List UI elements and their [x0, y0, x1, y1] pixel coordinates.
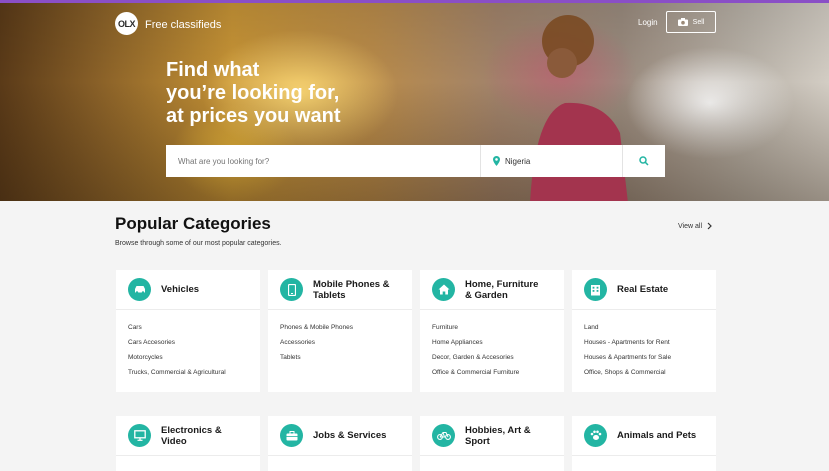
briefcase-icon — [280, 424, 303, 447]
card-header[interactable]: Animals and Pets — [572, 416, 716, 456]
subcategory-link[interactable]: Office & Commercial Furniture — [432, 365, 552, 380]
subcategory-link[interactable]: Phones & Mobile Phones — [280, 320, 400, 335]
subcategory-link[interactable]: Land — [584, 320, 704, 335]
section-title: Popular Categories — [115, 214, 271, 233]
chevron-right-icon — [707, 222, 712, 230]
card-title-line: Home, Furniture — [465, 278, 539, 290]
card-title-line: Vehicles — [161, 284, 200, 295]
card-title: Real Estate — [617, 284, 668, 295]
subcategory-link[interactable]: Cars Accesories — [128, 335, 248, 350]
hero-title-line: Find what — [166, 59, 260, 81]
search-icon — [639, 156, 649, 166]
card-header[interactable]: Vehicles — [116, 270, 260, 310]
card-title: Jobs & Services — [313, 430, 386, 441]
search-button[interactable] — [622, 145, 665, 177]
monitor-icon — [128, 424, 151, 447]
card-title: Electronics & Video — [161, 425, 222, 447]
phone-icon — [280, 278, 303, 301]
subcategory-link[interactable]: Accessories — [280, 335, 400, 350]
category-card-hobbies[interactable]: Hobbies, Art & Sport — [420, 416, 564, 471]
card-header[interactable]: Mobile Phones & Tablets — [268, 270, 412, 310]
card-header[interactable]: Jobs & Services — [268, 416, 412, 456]
card-title-line: Electronics & — [161, 424, 222, 436]
card-title: Mobile Phones & Tablets — [313, 279, 390, 301]
location-value: Nigeria — [505, 156, 531, 166]
hero-title-line: at prices you want — [166, 105, 341, 127]
sell-label: Sell — [692, 18, 705, 26]
subcategory-list: Land Houses - Apartments for Rent Houses… — [572, 310, 716, 380]
location-selector[interactable]: Nigeria — [480, 145, 622, 177]
card-title-line: Real Estate — [617, 284, 669, 295]
subcategory-link[interactable]: Office, Shops & Commercial — [584, 365, 704, 380]
category-card-animals-pets[interactable]: Animals and Pets — [572, 416, 716, 471]
subcategory-link[interactable]: Decor, Garden & Accesories — [432, 350, 552, 365]
card-title-line: Mobile Phones & — [313, 278, 390, 290]
search-input[interactable] — [166, 145, 480, 177]
category-card-electronics[interactable]: Electronics & Video — [116, 416, 260, 471]
hero-title: Find what you’re looking for, at prices … — [166, 59, 426, 128]
sell-button[interactable]: Sell — [666, 11, 716, 33]
paw-icon — [584, 424, 607, 447]
category-card-home-furniture[interactable]: Home, Furniture & Garden Furniture Home … — [420, 270, 564, 392]
building-icon — [584, 278, 607, 301]
hero-title-line: you’re looking for, — [166, 82, 340, 104]
olx-logo[interactable]: OLX — [115, 12, 138, 35]
card-title-line: Sport — [465, 435, 490, 447]
search-bar: Nigeria — [166, 145, 665, 177]
card-title: Animals and Pets — [617, 430, 696, 441]
card-header[interactable]: Electronics & Video — [116, 416, 260, 456]
camera-icon — [677, 18, 688, 26]
card-title-line: Tablets — [313, 289, 346, 301]
section-subtitle: Browse through some of our most popular … — [115, 240, 282, 247]
subcategory-link[interactable]: Tablets — [280, 350, 400, 365]
category-card-mobile-phones[interactable]: Mobile Phones & Tablets Phones & Mobile … — [268, 270, 412, 392]
location-pin-icon — [493, 156, 500, 166]
subcategory-list: Cars Cars Accesories Motorcycles Trucks,… — [116, 310, 260, 380]
card-title: Home, Furniture & Garden — [465, 279, 538, 301]
home-icon — [432, 278, 455, 301]
view-all-label: View all — [678, 222, 702, 230]
card-header[interactable]: Hobbies, Art & Sport — [420, 416, 564, 456]
bicycle-icon — [432, 424, 455, 447]
subcategory-link[interactable]: Motorcycles — [128, 350, 248, 365]
tagline: Free classifieds — [145, 19, 222, 31]
subcategory-link[interactable]: Trucks, Commercial & Agricultural — [128, 365, 248, 380]
category-card-jobs-services[interactable]: Jobs & Services — [268, 416, 412, 471]
card-title-line: & Garden — [465, 289, 508, 301]
subcategory-list: Phones & Mobile Phones Accessories Table… — [268, 310, 412, 365]
card-header[interactable]: Home, Furniture & Garden — [420, 270, 564, 310]
login-link[interactable]: Login — [638, 18, 658, 27]
subcategory-list: Furniture Home Appliances Decor, Garden … — [420, 310, 564, 380]
subcategory-link[interactable]: Houses - Apartments for Rent — [584, 335, 704, 350]
card-title: Hobbies, Art & Sport — [465, 425, 531, 447]
car-icon — [128, 278, 151, 301]
subcategory-link[interactable]: Cars — [128, 320, 248, 335]
view-all-link[interactable]: View all — [678, 222, 712, 230]
card-title-line: Hobbies, Art & — [465, 424, 531, 436]
card-title: Vehicles — [161, 284, 199, 295]
subcategory-link[interactable]: Furniture — [432, 320, 552, 335]
card-title-line: Video — [161, 435, 187, 447]
card-title-line: Jobs & Services — [313, 430, 387, 441]
subcategory-link[interactable]: Houses & Apartments for Sale — [584, 350, 704, 365]
hero-banner: OLX Free classifieds Login Sell Find wha… — [0, 3, 829, 201]
category-card-vehicles[interactable]: Vehicles Cars Cars Accesories Motorcycle… — [116, 270, 260, 392]
subcategory-link[interactable]: Home Appliances — [432, 335, 552, 350]
card-title-line: Animals and Pets — [617, 430, 697, 441]
category-card-real-estate[interactable]: Real Estate Land Houses - Apartments for… — [572, 270, 716, 392]
card-header[interactable]: Real Estate — [572, 270, 716, 310]
